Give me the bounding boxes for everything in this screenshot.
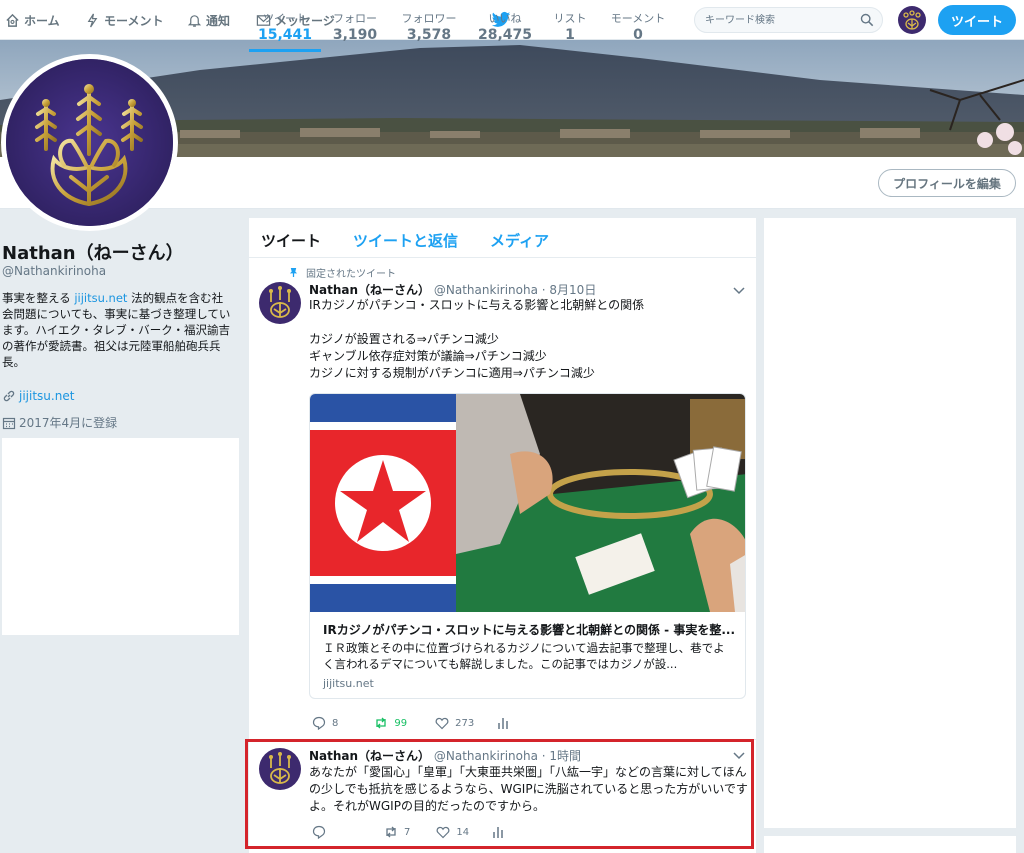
- nav-moments[interactable]: モーメント: [84, 0, 164, 40]
- home-icon: [4, 12, 20, 28]
- nav-notifications[interactable]: 通知: [186, 0, 230, 40]
- profile-joined-label: 2017年4月に登録: [19, 416, 118, 430]
- stat-following-label: フォロー: [333, 12, 377, 25]
- stat-lists-value: 1: [565, 27, 575, 43]
- stat-lists-label: リスト: [553, 12, 587, 25]
- heart-icon: [435, 717, 449, 730]
- card-domain: jijitsu.net: [323, 677, 374, 690]
- stat-followers-value: 3,578: [406, 27, 452, 43]
- tweet-author-handle[interactable]: @Nathankirinoha: [434, 283, 538, 297]
- profile-joined: 2017年4月に登録: [2, 414, 117, 431]
- pin-icon: [289, 267, 298, 278]
- lightning-icon: [84, 12, 100, 28]
- tab-tweets[interactable]: ツイート: [261, 230, 321, 251]
- search-icon[interactable]: [860, 13, 874, 27]
- profile-handle: @Nathankirinoha: [2, 264, 107, 278]
- right-sidebar-panel: [764, 218, 1016, 828]
- card-title: IRカジノがパチンコ・スロットに与える影響と北朝鮮との関係 - 事実を整...: [323, 623, 735, 637]
- stat-following-value: 3,190: [332, 27, 378, 43]
- search-input[interactable]: [705, 12, 855, 29]
- profile-bio: 事実を整える jijitsu.net 法的観点を含む社会問題についても、事実に基…: [2, 290, 234, 370]
- bio-link[interactable]: jijitsu.net: [74, 291, 127, 305]
- analytics-button[interactable]: [496, 716, 516, 730]
- profile-name: Nathan（ねーさん）: [2, 243, 184, 264]
- retweet-count: 99: [394, 717, 408, 729]
- bell-icon: [186, 12, 202, 28]
- tab-tweets-and-replies[interactable]: ツイートと返信: [353, 230, 458, 251]
- tweet-button[interactable]: ツイート: [938, 5, 1016, 35]
- stat-likes-label: いいね: [488, 12, 522, 25]
- link-icon: [2, 389, 16, 403]
- link-card[interactable]: IRカジノがパチンコ・スロットに与える影響と北朝鮮との関係 - 事実を整... …: [309, 393, 746, 699]
- stat-likes-value: 28,475: [477, 27, 533, 43]
- pinned-tweet-text: 固定されたツイート: [306, 269, 396, 280]
- card-image-flag-casino: [310, 394, 745, 612]
- nav-notifications-label: 通知: [206, 13, 231, 28]
- calendar-icon: [2, 416, 16, 430]
- stat-lists[interactable]: リスト 1: [548, 0, 592, 52]
- pinned-tweet-label: 固定されたツイート: [289, 265, 396, 280]
- tab-media[interactable]: メディア: [490, 230, 549, 251]
- edit-profile-button[interactable]: プロフィールを編集: [878, 169, 1016, 197]
- stat-likes[interactable]: いいね 28,475: [474, 0, 536, 52]
- stat-followers[interactable]: フォロワー 3,578: [396, 0, 462, 52]
- stat-tweets-label: ツイート: [263, 12, 307, 25]
- paulownia-crest-image: [6, 59, 173, 226]
- like-count: 273: [455, 717, 475, 729]
- nav-moments-label: モーメント: [104, 13, 164, 28]
- search-box[interactable]: [694, 7, 883, 33]
- profile-website[interactable]: jijitsu.net: [2, 389, 74, 403]
- reply-icon: [312, 716, 326, 730]
- stat-followers-label: フォロワー: [401, 12, 457, 25]
- stat-tweets-value: 15,441: [257, 27, 313, 43]
- timeline-tabs: ツイート ツイートと返信 メディア: [249, 218, 756, 258]
- chevron-down-icon[interactable]: [733, 287, 745, 295]
- profile-avatar[interactable]: [1, 54, 178, 231]
- tweet-timestamp[interactable]: · 8月10日: [542, 283, 597, 297]
- bio-text-prefix: 事実を整える: [2, 291, 75, 305]
- card-description: ＩＲ政策とその中に位置づけられるカジノについて過去記事で整理し、巷でよく言われる…: [323, 641, 725, 671]
- analytics-icon: [498, 718, 508, 729]
- highlight-box: [245, 739, 754, 849]
- stat-moments[interactable]: モーメント 0: [604, 0, 672, 52]
- retweet-button[interactable]: 99: [374, 716, 407, 730]
- tweet-author-name[interactable]: Nathan（ねーさん）: [309, 283, 430, 297]
- like-button[interactable]: 273: [435, 716, 474, 730]
- reply-button[interactable]: 8: [312, 716, 338, 730]
- nav-avatar[interactable]: [898, 6, 926, 34]
- left-sidebar-panel: [2, 438, 239, 635]
- stat-tweets[interactable]: ツイート 15,441: [249, 0, 321, 52]
- nav-home-label: ホーム: [24, 13, 60, 28]
- tweet-actions: 8 99 273: [312, 715, 538, 731]
- stat-moments-label: モーメント: [610, 12, 666, 25]
- card-image: [310, 394, 745, 612]
- profile-website-label[interactable]: jijitsu.net: [19, 389, 74, 403]
- retweet-icon: [376, 717, 387, 729]
- reply-count: 8: [332, 717, 339, 729]
- nav-home[interactable]: ホーム: [4, 0, 60, 40]
- tweet-avatar[interactable]: [259, 282, 301, 324]
- right-sidebar-panel-2: [764, 836, 1016, 853]
- stat-following[interactable]: フォロー 3,190: [326, 0, 384, 52]
- tweet-header: Nathan（ねーさん） @Nathankirinoha · 8月10日: [309, 281, 596, 298]
- tweet-text: IRカジノがパチンコ・スロットに与える影響と北朝鮮との関係 カジノが設置される⇒…: [309, 298, 645, 380]
- stat-moments-value: 0: [633, 27, 643, 43]
